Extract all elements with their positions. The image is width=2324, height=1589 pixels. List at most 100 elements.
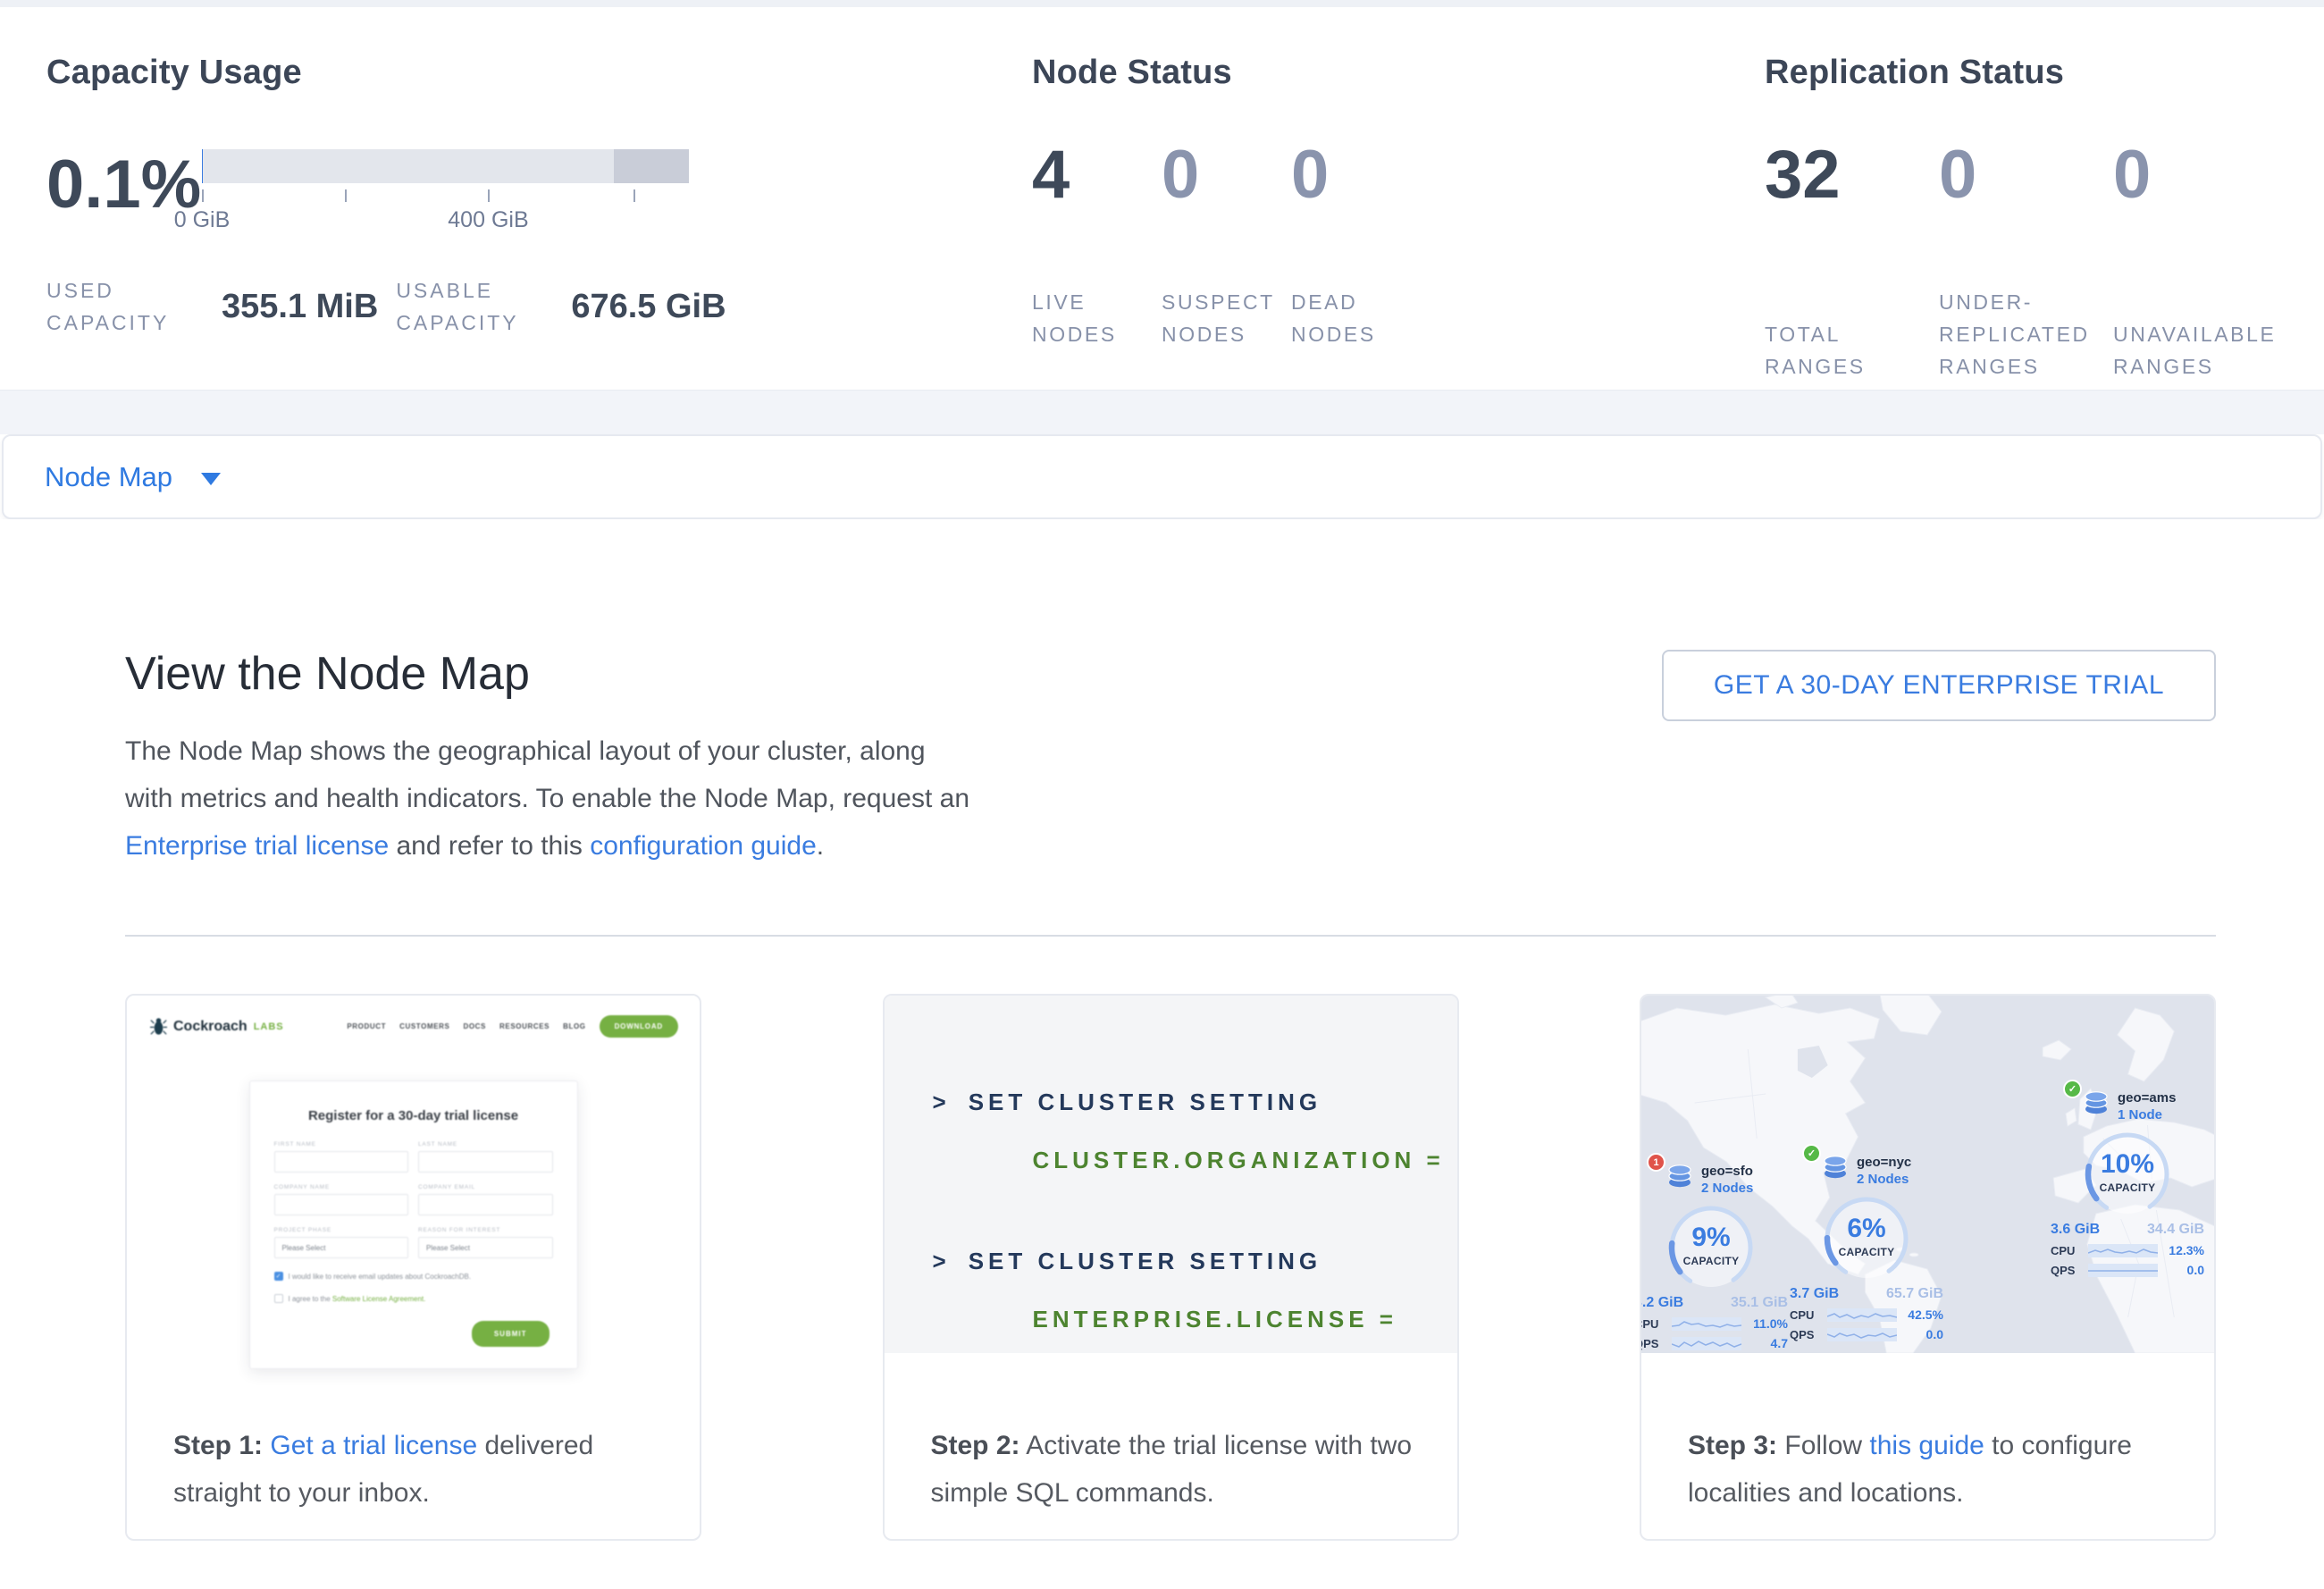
node-status-title: Node Status	[1032, 54, 1765, 92]
form-title: Register for a 30-day trial license	[274, 1108, 553, 1123]
sfo-used-gib: 3.2 GiB	[1640, 1295, 1683, 1311]
get-enterprise-trial-button[interactable]: GET A 30-DAY ENTERPRISE TRIAL	[1662, 650, 2216, 721]
sql-arg-license: ENTERPRISE.LICENSE =	[1033, 1306, 1457, 1333]
dead-nodes-label: DEAD NODES	[1291, 286, 1421, 350]
minisite-download-button: DOWNLOAD	[600, 1015, 678, 1038]
ams-used-gib: 3.6 GiB	[2051, 1222, 2100, 1238]
sql-command-1: SET CLUSTER SETTING	[969, 1089, 1321, 1115]
cpu-sparkline-icon	[1827, 1308, 1897, 1322]
used-capacity-label: USED CAPACITY	[46, 275, 198, 339]
suspect-nodes-label: SUSPECT NODES	[1162, 286, 1291, 350]
step1-card: Cockroach LABS PRODUCT CUSTOMERS DOCS RE…	[125, 994, 701, 1541]
page-top-strip	[0, 0, 2324, 7]
chevron-down-icon	[201, 473, 221, 485]
node-map-promo: View the Node Map The Node Map shows the…	[0, 519, 2324, 1541]
capacity-axis-label-400: 400 GiB	[448, 207, 528, 233]
qps-sparkline-icon	[1672, 1337, 1741, 1350]
nyc-capacity-gauge: 6% CAPACITY	[1822, 1194, 1911, 1283]
unavailable-ranges-label: UNAVAILABLE RANGES	[2113, 318, 2287, 383]
cockroach-labs-logo: Cockroach LABS	[150, 1017, 284, 1036]
configuration-guide-link[interactable]: configuration guide	[590, 831, 817, 861]
ams-name: geo=ams	[2118, 1090, 2176, 1106]
sfo-alert-badge: 1	[1647, 1153, 1665, 1172]
step3-label: Step 3:	[1688, 1431, 1777, 1460]
step2-label: Step 2:	[931, 1431, 1020, 1460]
capacity-axis-label-zero: 0 GiB	[174, 207, 231, 233]
sfo-qps-label: QPS	[1640, 1337, 1672, 1350]
total-ranges-label: TOTAL RANGES	[1765, 318, 1939, 383]
locality-sfo: 1 geo=sfo 2 Nodes	[1640, 1164, 1788, 1350]
step2-caption: Step 2: Activate the trial license with …	[885, 1353, 1457, 1517]
email-updates-checkbox: ✓	[274, 1272, 283, 1281]
usable-capacity-metric: USABLE CAPACITY 676.5 GiB	[396, 275, 726, 339]
minisite-nav: PRODUCT CUSTOMERS DOCS RESOURCES BLOG	[347, 1022, 585, 1030]
nyc-used-gib: 3.7 GiB	[1790, 1286, 1839, 1302]
nav-customers: CUSTOMERS	[399, 1022, 449, 1030]
license-agreement-link: Software License Agreement.	[332, 1295, 426, 1303]
nyc-cpu-label: CPU	[1790, 1308, 1827, 1322]
cluster-summary-panel: Capacity Usage 0.1% 0 GiB 400 GiB	[0, 7, 2324, 391]
nyc-name: geo=nyc	[1857, 1155, 1911, 1170]
enterprise-trial-license-link[interactable]: Enterprise trial license	[125, 831, 389, 861]
dead-nodes-count: 0	[1291, 141, 1421, 209]
nyc-total-gib: 65.7 GiB	[1886, 1286, 1943, 1302]
database-icon	[2083, 1090, 2110, 1115]
locality-nyc: ✓ geo=nyc 2 Nodes	[1790, 1155, 1943, 1341]
cpu-sparkline-icon	[2088, 1244, 2158, 1257]
nyc-qps-value: 0.0	[1926, 1327, 1943, 1341]
nav-blog: BLOG	[563, 1022, 586, 1030]
nyc-healthy-badge: ✓	[1802, 1144, 1821, 1163]
nyc-capacity-percent: 6%	[1822, 1215, 1911, 1242]
sql-arg-organization: CLUSTER.ORGANIZATION =	[1033, 1147, 1457, 1174]
page-title: View the Node Map	[125, 647, 974, 701]
qps-sparkline-icon	[1827, 1328, 1897, 1341]
usable-capacity-value: 676.5 GiB	[571, 288, 726, 326]
live-nodes-label: LIVE NODES	[1032, 286, 1162, 350]
step2-sql-commands: > SET CLUSTER SETTING CLUSTER.ORGANIZATIO…	[885, 996, 1457, 1353]
trial-license-form: Register for a 30-day trial license FIRS…	[249, 1080, 578, 1369]
section-spacer	[0, 391, 2324, 434]
unavailable-ranges-count: 0	[2113, 141, 2287, 209]
ams-capacity-percent: 10%	[2083, 1151, 2172, 1178]
promo-description: The Node Map shows the geographical layo…	[125, 727, 974, 870]
ams-qps-value: 0.0	[2187, 1263, 2204, 1277]
sfo-capacity-caption: CAPACITY	[1666, 1255, 1756, 1267]
capacity-bar-used-segment	[202, 149, 203, 183]
step3-node-map-preview: 1 geo=sfo 2 Nodes	[1641, 996, 2214, 1353]
ams-total-gib: 34.4 GiB	[2147, 1222, 2204, 1238]
ams-cpu-label: CPU	[2051, 1244, 2088, 1257]
sfo-name: geo=sfo	[1701, 1164, 1753, 1179]
ams-nodes: 1 Node	[2118, 1107, 2176, 1122]
license-agree-checkbox	[274, 1294, 283, 1303]
step3-card: 1 geo=sfo 2 Nodes	[1640, 994, 2216, 1541]
under-replicated-ranges-count: 0	[1939, 141, 2113, 209]
view-selector-bar: Node Map	[2, 434, 2322, 519]
suspect-nodes-count: 0	[1162, 141, 1291, 209]
sfo-capacity-gauge: 9% CAPACITY	[1666, 1203, 1756, 1292]
company-email-field	[418, 1194, 553, 1215]
sfo-qps-value: 4.7	[1771, 1336, 1788, 1350]
form-submit-button: SUBMIT	[472, 1321, 550, 1347]
step3-caption: Step 3: Follow this guide to configure l…	[1641, 1353, 2214, 1517]
step2-card: > SET CLUSTER SETTING CLUSTER.ORGANIZATIO…	[883, 994, 1459, 1541]
project-phase-select: Please Select	[274, 1237, 409, 1258]
replication-status-section: Replication Status 32 0 0 TOTAL RANGES U…	[1765, 54, 2324, 390]
section-divider	[125, 935, 2216, 937]
capacity-usage-section: Capacity Usage 0.1% 0 GiB 400 GiB	[46, 54, 1032, 390]
node-map-dropdown-label: Node Map	[45, 461, 172, 493]
sfo-capacity-percent: 9%	[1666, 1224, 1756, 1251]
get-trial-license-link[interactable]: Get a trial license	[270, 1431, 477, 1460]
nyc-cpu-value: 42.5%	[1908, 1307, 1943, 1322]
step1-label: Step 1:	[173, 1431, 263, 1460]
node-map-dropdown[interactable]: Node Map	[45, 461, 221, 493]
step1-screenshot: Cockroach LABS PRODUCT CUSTOMERS DOCS RE…	[127, 996, 700, 1411]
sfo-cpu-label: CPU	[1640, 1317, 1672, 1331]
sql-prompt: >	[933, 1089, 951, 1115]
this-guide-link[interactable]: this guide	[1869, 1431, 1984, 1460]
node-status-section: Node Status 4 0 0 LIVE NODES SUSPECT NOD…	[1032, 54, 1765, 390]
ams-capacity-caption: CAPACITY	[2083, 1181, 2172, 1194]
ams-healthy-badge: ✓	[2063, 1080, 2082, 1098]
total-ranges-count: 32	[1765, 141, 1939, 209]
cockroach-bug-icon	[150, 1017, 167, 1036]
company-name-field	[274, 1194, 409, 1215]
